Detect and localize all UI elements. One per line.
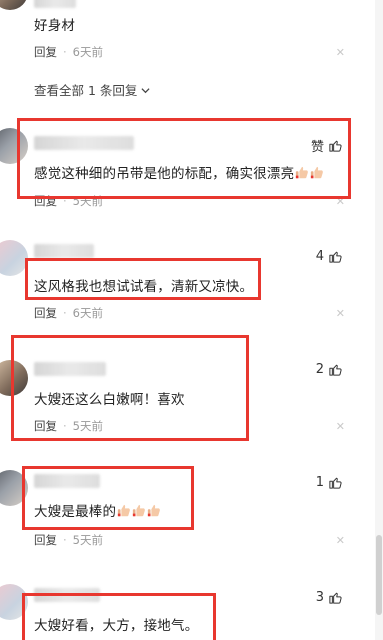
avatar[interactable]: [0, 470, 28, 506]
thumbs-up-icon: [329, 477, 342, 489]
like-button[interactable]: 3: [316, 590, 343, 605]
view-all-replies-link[interactable]: 查看全部 1 条回复: [34, 80, 150, 99]
username[interactable]: [34, 136, 134, 150]
thumbs-up-emoji-icon: [118, 504, 131, 517]
separator: ·: [63, 419, 67, 433]
comment-meta: 回复 · 5天前: [34, 418, 103, 434]
thumbs-up-icon: [329, 140, 342, 152]
thumbs-up-icon: [329, 364, 342, 376]
timestamp: 6天前: [72, 45, 103, 59]
comment-meta: 回复 · 6天前: [34, 44, 103, 60]
close-icon[interactable]: ✕: [336, 534, 345, 547]
thumbs-up-icon: [329, 251, 342, 263]
comment-text: 这风格我也想试试看，清新又凉快。: [34, 279, 254, 295]
separator: ·: [63, 45, 67, 59]
like-button[interactable]: 1: [316, 475, 343, 490]
separator: ·: [63, 533, 67, 547]
thumbs-up-emoji-icon: [133, 504, 146, 517]
close-icon[interactable]: ✕: [336, 420, 345, 433]
like-count: 1: [315, 475, 324, 490]
reply-button[interactable]: 回复: [34, 45, 57, 59]
reply-button[interactable]: 回复: [34, 533, 57, 547]
thumbs-up-icon: [329, 592, 342, 604]
like-count: 2: [315, 362, 324, 377]
comment-meta: 回复 · 6天前: [34, 305, 103, 321]
like-button[interactable]: 4: [316, 249, 343, 264]
comment-meta: 回复 · 5天前: [34, 532, 103, 548]
username[interactable]: [34, 588, 100, 602]
like-button[interactable]: 赞: [311, 136, 343, 155]
comment-text: 感觉这种细的吊带是他的标配，确实很漂亮: [34, 162, 324, 182]
reply-button[interactable]: 回复: [34, 194, 57, 208]
comment-body: 大嫂是最棒的: [34, 504, 117, 520]
scrollbar-thumb[interactable]: [376, 535, 382, 615]
username[interactable]: [34, 362, 106, 376]
avatar[interactable]: [0, 0, 28, 10]
username[interactable]: [34, 0, 76, 8]
avatar[interactable]: [0, 240, 28, 276]
like-button[interactable]: 2: [316, 362, 343, 377]
username[interactable]: [34, 244, 94, 258]
reply-button[interactable]: 回复: [34, 419, 57, 433]
close-icon[interactable]: ✕: [336, 195, 345, 208]
highlight-box: [17, 118, 351, 199]
avatar[interactable]: [0, 584, 28, 620]
like-count: 4: [315, 249, 324, 264]
timestamp: 6天前: [72, 306, 103, 320]
comment-text: 大嫂是最棒的: [34, 500, 161, 520]
thumbs-up-emoji-icon: [311, 166, 324, 179]
timestamp: 5天前: [72, 533, 103, 547]
comment-text: 大嫂好看，大方，接地气。: [34, 618, 199, 634]
reply-button[interactable]: 回复: [34, 306, 57, 320]
timestamp: 5天前: [72, 194, 103, 208]
separator: ·: [63, 194, 67, 208]
comment-body: 感觉这种细的吊带是他的标配，确实很漂亮: [34, 166, 295, 182]
close-icon[interactable]: ✕: [336, 307, 345, 320]
separator: ·: [63, 306, 67, 320]
timestamp: 5天前: [72, 419, 103, 433]
thumbs-up-emoji-icon: [296, 166, 309, 179]
avatar[interactable]: [0, 360, 28, 396]
like-label: 赞: [310, 140, 324, 155]
chevron-down-icon: [141, 88, 150, 94]
thumbs-up-emoji-icon: [148, 504, 161, 517]
view-all-label: 查看全部 1 条回复: [34, 83, 138, 98]
comment-text: 好身材: [34, 18, 76, 34]
close-icon[interactable]: ✕: [336, 46, 345, 59]
username[interactable]: [34, 474, 100, 488]
comment-meta: 回复 · 5天前: [34, 193, 103, 209]
comment-text: 大嫂还这么白嫩啊！喜欢: [34, 392, 185, 408]
avatar[interactable]: [0, 128, 28, 164]
like-count: 3: [315, 590, 324, 605]
